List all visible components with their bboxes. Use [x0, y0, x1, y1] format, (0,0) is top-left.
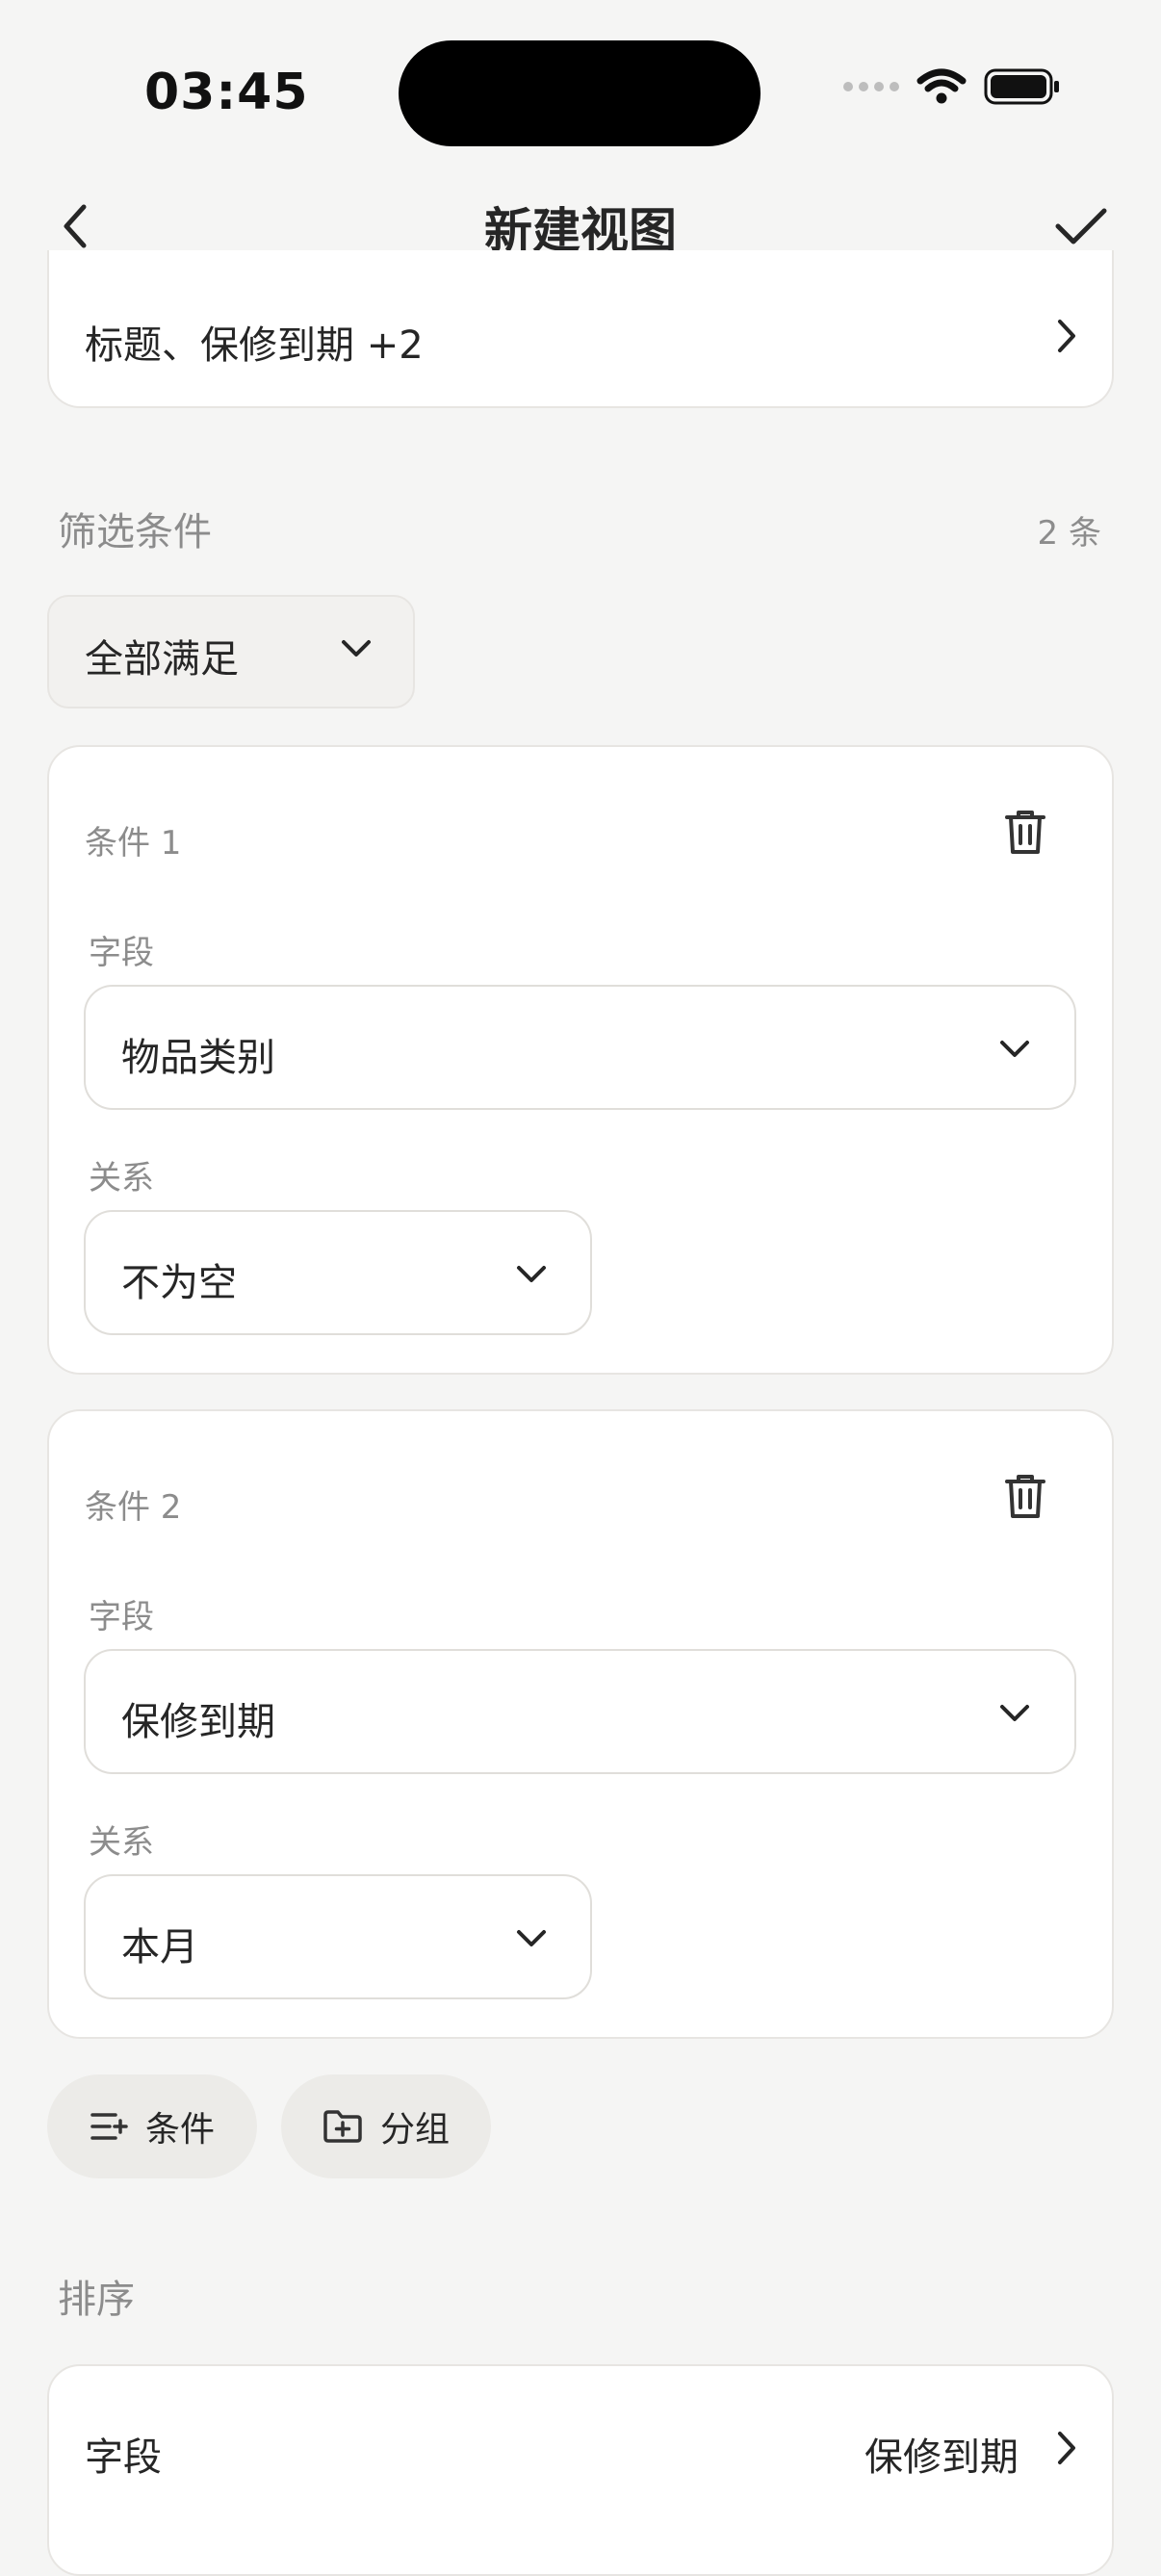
filter-count: 2 条 [1037, 514, 1101, 553]
chevron-down-icon [517, 1266, 546, 1282]
relation-label: 关系 [89, 1823, 154, 1862]
checkmark-icon [1055, 208, 1107, 245]
status-icons [843, 67, 1061, 106]
chevron-down-icon [517, 1930, 546, 1946]
relation-select-value: 本月 [121, 1925, 198, 1970]
add-group-label: 分组 [379, 2110, 450, 2150]
wifi-icon [916, 68, 967, 104]
status-time: 03:45 [144, 64, 309, 121]
sort-field-label: 字段 [85, 2435, 162, 2480]
condition-title: 条件 2 [85, 1488, 182, 1527]
add-condition-label: 条件 [144, 2110, 215, 2150]
chevron-down-icon [1000, 1041, 1029, 1057]
field-select-value: 保修到期 [121, 1700, 275, 1744]
list-add-icon [90, 2113, 128, 2140]
relation-select-value: 不为空 [121, 1261, 237, 1305]
chevron-down-icon [1000, 1705, 1029, 1721]
relation-label: 关系 [89, 1159, 154, 1198]
battery-icon [984, 68, 1059, 105]
field-label: 字段 [89, 1598, 154, 1636]
field-label: 字段 [89, 934, 154, 972]
condition-title: 条件 1 [85, 824, 182, 863]
filter-section-label: 筛选条件 [58, 510, 212, 554]
dynamic-island [399, 40, 761, 146]
fields-row-value: 标题、保修到期 +2 [85, 323, 424, 368]
sort-section-label: 排序 [58, 2278, 135, 2322]
trash-icon[interactable] [1004, 809, 1046, 857]
chevron-right-icon [1058, 320, 1075, 352]
signal-icon [843, 82, 899, 91]
folder-plus-icon [323, 2110, 362, 2143]
field-select-value: 物品类别 [121, 1036, 275, 1080]
chevron-right-icon [1058, 2432, 1075, 2464]
sort-field-value: 保修到期 [864, 2435, 1019, 2480]
add-group-button[interactable]: 分组 [281, 2074, 491, 2178]
match-mode-value: 全部满足 [85, 637, 239, 682]
chevron-down-icon [342, 640, 371, 657]
add-condition-button[interactable]: 条件 [47, 2074, 257, 2178]
trash-icon[interactable] [1004, 1473, 1046, 1521]
